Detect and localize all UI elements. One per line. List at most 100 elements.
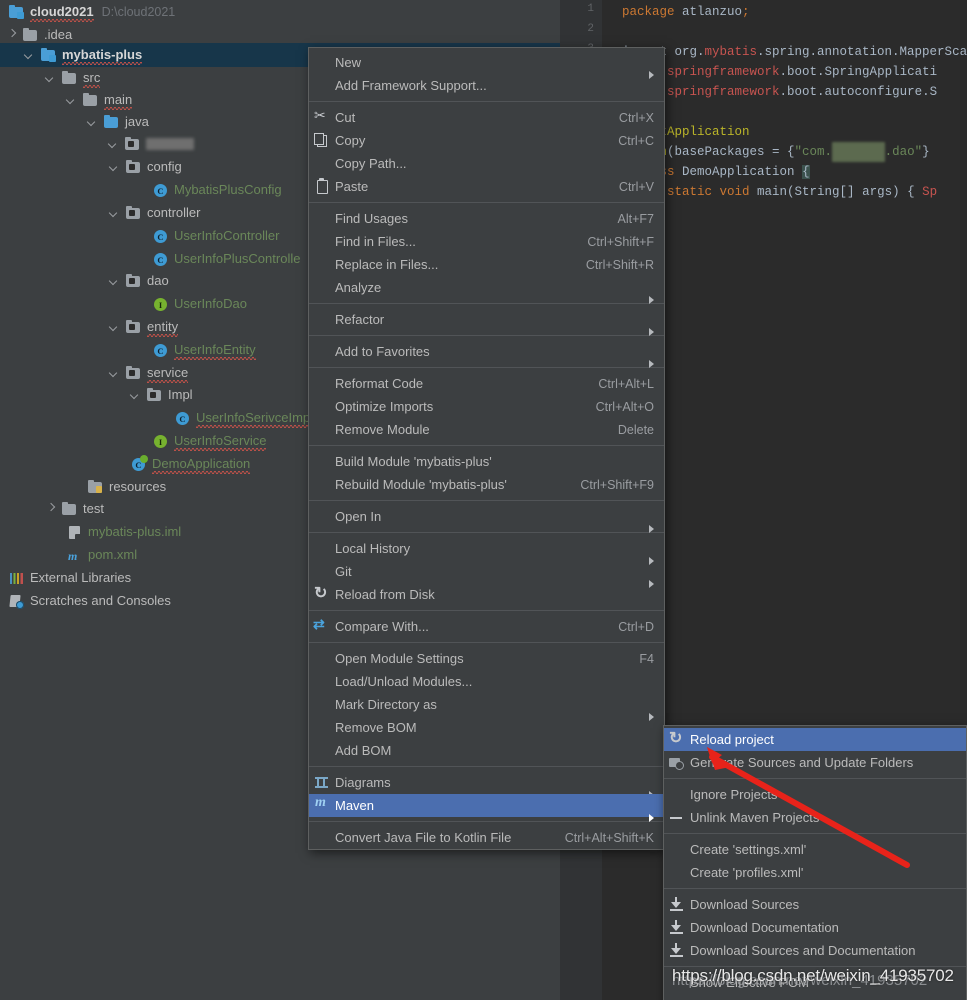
menu-item-label: Rebuild Module 'mybatis-plus' [335, 473, 560, 496]
generate-sources-icon [664, 751, 690, 774]
submenu-item-ignore-projects[interactable]: Ignore Projects [664, 783, 966, 806]
chevron-down-icon[interactable] [109, 275, 121, 287]
no-icon [309, 253, 335, 276]
menu-item-paste[interactable]: Paste Ctrl+V [309, 175, 664, 198]
menu-item-local-history[interactable]: Local History [309, 537, 664, 560]
chevron-down-icon[interactable] [109, 207, 121, 219]
chevron-down-icon[interactable] [66, 94, 78, 106]
menu-item-compare-with[interactable]: Compare With... Ctrl+D [309, 615, 664, 638]
submenu-item-label: Download Sources and Documentation [690, 939, 956, 962]
menu-item-add-framework-support[interactable]: Add Framework Support... [309, 74, 664, 97]
submenu-item-show-diagram[interactable]: Show Diagram... [664, 994, 966, 1000]
chevron-down-icon[interactable] [24, 49, 36, 61]
tree-item-label-redacted [146, 138, 194, 150]
menu-item-build-module[interactable]: Build Module 'mybatis-plus' [309, 450, 664, 473]
context-menu[interactable]: New Add Framework Support... Cut Ctrl+X … [308, 47, 665, 850]
menu-item-open-in[interactable]: Open In [309, 505, 664, 528]
menu-item-add-bom[interactable]: Add BOM [309, 739, 664, 762]
tree-item-cloud2021[interactable]: cloud2021 D:\cloud2021 [0, 0, 560, 24]
ide-window: 1 2 3 package atlanzuo; ⊟ import org.myb… [0, 0, 967, 1000]
menu-item-open-module-settings[interactable]: Open Module Settings F4 [309, 647, 664, 670]
menu-separator [309, 303, 664, 304]
menu-item-remove-bom[interactable]: Remove BOM [309, 716, 664, 739]
chevron-right-icon[interactable] [45, 503, 57, 515]
menu-item-copy[interactable]: Copy Ctrl+C [309, 129, 664, 152]
submenu-item-generate-sources[interactable]: Generate Sources and Update Folders [664, 751, 966, 774]
submenu-item-download-sources[interactable]: Download Sources [664, 893, 966, 916]
tree-item-label: MybatisPlusConfig [174, 182, 282, 198]
menu-item-remove-module[interactable]: Remove Module Delete [309, 418, 664, 441]
chevron-down-icon[interactable] [108, 138, 120, 150]
menu-item-diagrams[interactable]: Diagrams [309, 771, 664, 794]
menu-item-label: Copy Path... [335, 152, 654, 175]
module-folder-icon [8, 4, 25, 20]
no-icon [309, 372, 335, 395]
menu-item-reformat-code[interactable]: Reformat Code Ctrl+Alt+L [309, 372, 664, 395]
menu-item-label: Diagrams [335, 771, 640, 794]
submenu-item-download-documentation[interactable]: Download Documentation [664, 916, 966, 939]
no-icon [309, 826, 335, 849]
tree-item-label: cloud2021 [30, 4, 94, 20]
chevron-down-icon[interactable] [130, 389, 142, 401]
chevron-down-icon[interactable] [45, 72, 57, 84]
submenu-item-label: Generate Sources and Update Folders [690, 751, 956, 774]
menu-item-mark-directory-as[interactable]: Mark Directory as [309, 693, 664, 716]
no-icon [309, 505, 335, 528]
menu-item-shortcut: Ctrl+Shift+R [586, 258, 654, 272]
menu-item-convert-java-to-kotlin[interactable]: Convert Java File to Kotlin File Ctrl+Al… [309, 826, 664, 849]
tree-item-label: test [83, 501, 104, 517]
menu-item-cut[interactable]: Cut Ctrl+X [309, 106, 664, 129]
reload-icon [664, 728, 690, 751]
menu-separator [309, 610, 664, 611]
menu-item-label: Copy [335, 129, 598, 152]
no-icon [664, 861, 690, 884]
submenu-item-reload-project[interactable]: Reload project [664, 728, 966, 751]
submenu-item-unlink-maven-projects[interactable]: Unlink Maven Projects [664, 806, 966, 829]
maven-submenu[interactable]: Reload project Generate Sources and Upda… [663, 725, 967, 1000]
menu-item-git[interactable]: Git [309, 560, 664, 583]
menu-item-add-to-favorites[interactable]: Add to Favorites [309, 340, 664, 363]
menu-item-analyze[interactable]: Analyze [309, 276, 664, 299]
tree-item-label: UserInfoDao [174, 296, 247, 312]
submenu-item-create-profiles-xml[interactable]: Create 'profiles.xml' [664, 861, 966, 884]
menu-item-find-in-files[interactable]: Find in Files... Ctrl+Shift+F [309, 230, 664, 253]
chevron-right-icon[interactable] [6, 29, 18, 41]
menu-item-find-usages[interactable]: Find Usages Alt+F7 [309, 207, 664, 230]
menu-item-reload-from-disk[interactable]: Reload from Disk [309, 583, 664, 606]
menu-item-refactor[interactable]: Refactor [309, 308, 664, 331]
menu-separator [309, 367, 664, 368]
chevron-down-icon[interactable] [109, 321, 121, 333]
chevron-down-icon[interactable] [109, 161, 121, 173]
tree-item-label: Scratches and Consoles [30, 593, 171, 609]
package-icon [125, 273, 142, 289]
menu-item-maven[interactable]: Maven [309, 794, 664, 817]
package-icon [125, 365, 142, 381]
package-icon [125, 205, 142, 221]
menu-item-replace-in-files[interactable]: Replace in Files... Ctrl+Shift+R [309, 253, 664, 276]
tree-item-label: mybatis-plus.iml [88, 524, 181, 540]
menu-item-label: Add Framework Support... [335, 74, 654, 97]
no-icon [309, 207, 335, 230]
submenu-item-create-settings-xml[interactable]: Create 'settings.xml' [664, 838, 966, 861]
minus-icon [664, 806, 690, 829]
submenu-item-label: Unlink Maven Projects [690, 806, 956, 829]
chevron-down-icon[interactable] [109, 367, 121, 379]
tree-item-label: UserInfoPlusControlle [174, 251, 300, 267]
no-icon [309, 418, 335, 441]
tree-item-label: src [83, 70, 100, 86]
maven-icon [309, 794, 335, 817]
no-icon [309, 276, 335, 299]
menu-item-label: Find Usages [335, 207, 598, 230]
menu-separator [309, 335, 664, 336]
menu-item-load-unload-modules[interactable]: Load/Unload Modules... [309, 670, 664, 693]
tree-item-label: pom.xml [88, 547, 137, 563]
chevron-down-icon[interactable] [87, 116, 99, 128]
menu-item-new[interactable]: New [309, 51, 664, 74]
submenu-item-download-sources-and-documentation[interactable]: Download Sources and Documentation [664, 939, 966, 962]
tree-item-label: UserInfoController [174, 228, 280, 244]
menu-item-label: Open Module Settings [335, 647, 619, 670]
menu-item-copy-path[interactable]: Copy Path... [309, 152, 664, 175]
submenu-item-label: Create 'profiles.xml' [690, 861, 956, 884]
menu-item-rebuild-module[interactable]: Rebuild Module 'mybatis-plus' Ctrl+Shift… [309, 473, 664, 496]
menu-item-optimize-imports[interactable]: Optimize Imports Ctrl+Alt+O [309, 395, 664, 418]
